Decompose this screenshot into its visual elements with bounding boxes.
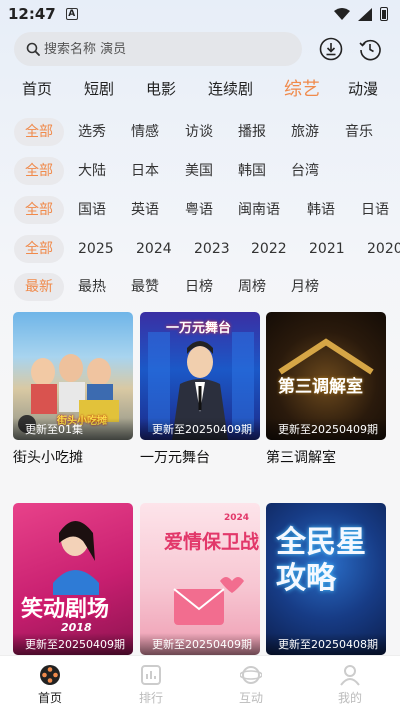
ranking-icon <box>141 665 161 685</box>
filter-chip[interactable]: 最赞 <box>131 273 159 301</box>
nav-label: 排行 <box>138 691 163 705</box>
filter-chip[interactable]: 2024 <box>136 235 172 263</box>
poster-title-text: 一万元舞台 <box>166 321 232 336</box>
filter-chip[interactable]: 情感 <box>131 118 159 146</box>
filter-chip[interactable]: 音乐 <box>345 118 373 146</box>
filter-chip[interactable]: 最热 <box>78 273 106 301</box>
bottom-nav: 首页 排行 互动 我的 <box>0 655 400 711</box>
filter-chip[interactable]: 全部 <box>14 235 64 263</box>
poster-image[interactable]: 全民星攻略 更新至20250408期 <box>266 503 386 655</box>
filter-chip[interactable]: 访谈 <box>185 118 213 146</box>
nav-label: 互动 <box>238 691 263 705</box>
status-time: 12:47 <box>8 5 56 23</box>
filter-chip[interactable]: 韩国 <box>238 157 266 185</box>
filter-chip[interactable]: 2021 <box>309 235 345 263</box>
poster-title-text: 笑动剧场 <box>21 597 110 622</box>
filter-chip[interactable]: 国语 <box>78 196 106 224</box>
user-icon <box>340 665 360 686</box>
episode-badge: 更新至20250408期 <box>266 633 386 655</box>
tab-short-drama[interactable]: 短剧 <box>84 78 114 99</box>
wifi-icon <box>334 8 350 20</box>
episode-badge: 更新至20250409期 <box>266 418 386 440</box>
nav-home[interactable]: 首页 <box>20 664 80 706</box>
battery-icon <box>380 7 388 21</box>
filter-chip[interactable]: 全部 <box>14 118 64 146</box>
status-icons <box>334 7 388 21</box>
filter-chip[interactable]: 2025 <box>78 235 114 263</box>
filter-chip[interactable]: 日榜 <box>185 273 213 301</box>
card-title[interactable]: 第三调解室 <box>266 447 386 467</box>
filter-chip[interactable]: 大陆 <box>78 157 106 185</box>
video-card[interactable]: 全民星攻略 更新至20250408期 <box>266 503 386 655</box>
poster-image[interactable]: 爱情保卫战 2024 更新至20250409期 <box>140 503 260 655</box>
filter-chip[interactable]: 旅游 <box>291 118 319 146</box>
search-input[interactable] <box>44 41 274 57</box>
search-icon <box>26 42 40 56</box>
download-icon[interactable] <box>319 37 343 61</box>
filter-row-language: 全部 国语 英语 粤语 闽南语 韩语 日语 <box>0 196 400 226</box>
poster-title-text: 第三调解室 <box>278 377 363 397</box>
tab-movie[interactable]: 电影 <box>146 78 176 99</box>
tab-series[interactable]: 连续剧 <box>208 78 253 99</box>
episode-badge: 更新至20250409期 <box>140 418 260 440</box>
filter-chip[interactable]: 全部 <box>14 196 64 224</box>
video-card[interactable]: 第三调解室 更新至20250409期 第三调解室 <box>266 312 386 467</box>
filter-row-year: 全部 2025 2024 2023 2022 2021 2020 <box>0 235 400 265</box>
filter-chip[interactable]: 2022 <box>251 235 287 263</box>
filter-chip[interactable]: 2020 <box>367 235 400 263</box>
nav-interact[interactable]: 互动 <box>221 664 281 706</box>
filter-chip[interactable]: 台湾 <box>291 157 319 185</box>
chat-planet-icon <box>240 666 262 684</box>
video-card[interactable]: 笑动剧场 2018 更新至20250409期 <box>13 503 133 655</box>
filter-chip[interactable]: 全部 <box>14 157 64 185</box>
filter-chip[interactable]: 播报 <box>238 118 266 146</box>
nav-label: 首页 <box>37 691 62 705</box>
poster-image[interactable]: 笑动剧场 2018 更新至20250409期 <box>13 503 133 655</box>
poster-image[interactable]: 一万元舞台 更新至20250409期 <box>140 312 260 440</box>
card-title[interactable]: 街头小吃摊 <box>13 447 133 467</box>
filter-chip[interactable]: 英语 <box>131 196 159 224</box>
signal-icon <box>358 7 372 21</box>
filter-chip[interactable]: 韩语 <box>307 196 335 224</box>
poster-title-text: 全民星攻略 <box>276 525 366 596</box>
status-bar: 12:47 A <box>0 0 400 28</box>
filter-chip[interactable]: 最新 <box>14 273 64 301</box>
tab-variety[interactable]: 综艺 <box>284 75 320 101</box>
filter-chip[interactable]: 闽南语 <box>238 196 280 224</box>
tab-home[interactable]: 首页 <box>22 78 52 99</box>
filter-row-genre: 全部 选秀 情感 访谈 播报 旅游 音乐 <box>0 118 400 148</box>
film-reel-icon <box>40 665 60 685</box>
filter-chip[interactable]: 粤语 <box>185 196 213 224</box>
card-title[interactable]: 一万元舞台 <box>140 447 260 467</box>
poster-image[interactable]: 街头小吃摊 更新至01集 <box>13 312 133 440</box>
filter-chip[interactable]: 周榜 <box>238 273 266 301</box>
main-tabs: 首页 短剧 电影 连续剧 综艺 动漫 <box>0 74 400 104</box>
filter-chip[interactable]: 美国 <box>185 157 213 185</box>
filter-row-sort: 最新 最热 最赞 日榜 周榜 月榜 <box>0 273 400 303</box>
nav-label: 我的 <box>337 691 362 705</box>
nav-me[interactable]: 我的 <box>320 664 380 706</box>
filter-chip[interactable]: 日本 <box>131 157 159 185</box>
episode-badge: 更新至01集 <box>13 418 133 440</box>
filter-chip[interactable]: 选秀 <box>78 118 106 146</box>
video-card[interactable]: 一万元舞台 更新至20250409期 一万元舞台 <box>140 312 260 467</box>
notification-icon: A <box>65 8 78 20</box>
episode-badge: 更新至20250409期 <box>13 633 133 655</box>
nav-ranking[interactable]: 排行 <box>121 664 181 706</box>
poster-year-text: 2024 <box>224 513 250 523</box>
filter-chip[interactable]: 月榜 <box>291 273 319 301</box>
filter-chip[interactable]: 2023 <box>194 235 230 263</box>
search-bar[interactable] <box>14 32 302 66</box>
episode-badge: 更新至20250409期 <box>140 633 260 655</box>
poster-title-text: 爱情保卫战 <box>164 531 260 553</box>
video-card[interactable]: 爱情保卫战 2024 更新至20250409期 <box>140 503 260 655</box>
poster-image[interactable]: 第三调解室 更新至20250409期 <box>266 312 386 440</box>
filter-chip[interactable]: 日语 <box>361 196 389 224</box>
filter-row-region: 全部 大陆 日本 美国 韩国 台湾 <box>0 157 400 187</box>
history-icon[interactable] <box>358 37 382 61</box>
tab-anime[interactable]: 动漫 <box>348 78 378 99</box>
video-card[interactable]: 街头小吃摊 更新至01集 街头小吃摊 <box>13 312 133 467</box>
